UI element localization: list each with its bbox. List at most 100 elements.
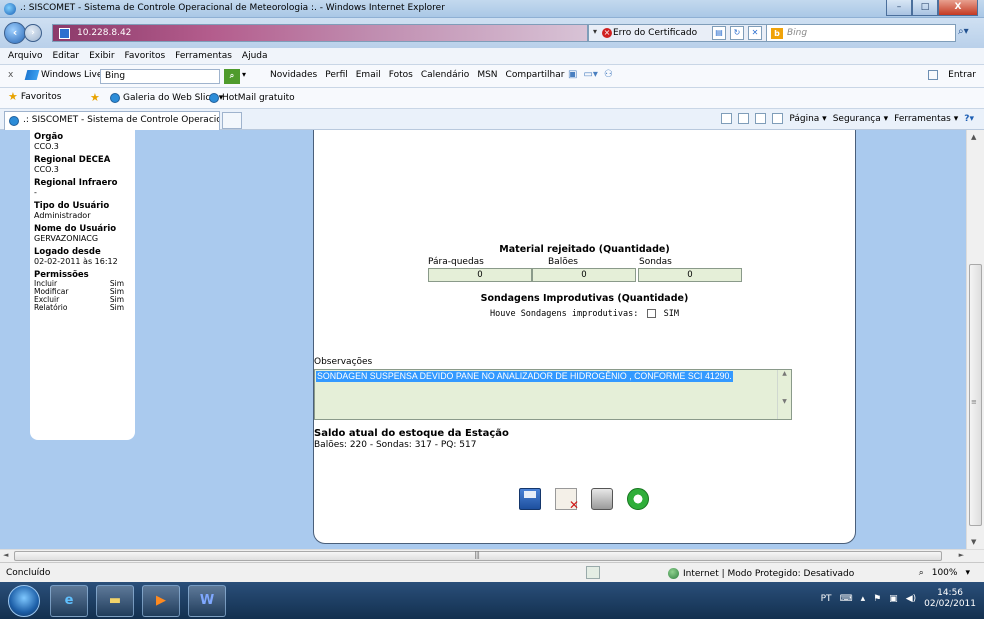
- volume-icon[interactable]: ◀): [906, 594, 916, 604]
- observations-label: Observações: [314, 357, 373, 367]
- ie-app-icon: [4, 3, 16, 15]
- scroll-down-icon[interactable]: ▼: [971, 538, 976, 546]
- menu-ferramentas[interactable]: Ferramentas: [175, 51, 232, 64]
- show-hidden-icons[interactable]: ▴: [861, 594, 866, 604]
- back-button[interactable]: ‹: [4, 22, 26, 44]
- close-button[interactable]: X: [938, 0, 978, 16]
- feeds-icon[interactable]: [738, 113, 750, 124]
- home-icon[interactable]: [721, 113, 733, 124]
- windows-taskbar: e ▬ ▶ W PT ⌨ ▴ ⚑ ▣ ◀) 14:56 02/02/2011: [0, 582, 984, 619]
- stock-value: Balões: 220 - Sondas: 317 - PQ: 517: [314, 440, 477, 450]
- favorites-button[interactable]: ★ Favoritos: [8, 91, 62, 102]
- refresh-icon[interactable]: [627, 488, 649, 510]
- taskbar-word-icon[interactable]: W: [188, 585, 226, 617]
- security-icon[interactable]: [586, 566, 600, 579]
- link-calendario[interactable]: Calendário: [421, 70, 469, 80]
- chevron-down-icon[interactable]: ▾: [242, 70, 246, 79]
- mail-icon[interactable]: [755, 113, 767, 124]
- action-buttons: [519, 488, 649, 512]
- forward-button[interactable]: ›: [24, 24, 42, 42]
- stop-icon[interactable]: ✕: [748, 26, 762, 40]
- certificate-error-text: Erro do Certificado: [613, 28, 698, 38]
- link-compartilhar[interactable]: Compartilhar: [506, 70, 565, 80]
- url-field[interactable]: 10.228.8.42: [52, 24, 588, 42]
- permission-name: Relatório: [34, 303, 68, 312]
- vertical-scrollbar[interactable]: ▲ ≡ ▼: [966, 130, 984, 549]
- flag-icon[interactable]: ⚑: [873, 594, 881, 604]
- favorite-link-webslice[interactable]: Galeria do Web Slice ▾: [110, 93, 223, 103]
- add-favorite-icon[interactable]: ★: [90, 91, 100, 104]
- menu-ajuda[interactable]: Ajuda: [242, 51, 268, 64]
- link-novidades[interactable]: Novidades: [270, 70, 317, 80]
- keyboard-icon[interactable]: ⌨: [840, 594, 853, 604]
- photo-icon[interactable]: ▣: [568, 69, 577, 80]
- ie-page-icon: [110, 93, 120, 103]
- link-fotos[interactable]: Fotos: [389, 70, 413, 80]
- maximize-button[interactable]: □: [912, 0, 938, 16]
- security-menu[interactable]: Segurança ▾: [833, 114, 888, 124]
- windows-live-brand[interactable]: Windows Live: [24, 70, 102, 80]
- taskbar-folder-icon[interactable]: ▬: [96, 585, 134, 617]
- toolbar-close-button[interactable]: x: [8, 70, 13, 80]
- horizontal-scrollbar[interactable]: ◄ ||| ►: [0, 549, 984, 562]
- regional-decea-value: CCO.3: [34, 165, 59, 174]
- menu-arquivo[interactable]: Arquivo: [8, 51, 42, 64]
- windows-live-search-button[interactable]: ⌕: [224, 69, 240, 84]
- tipo-usuario-value: Administrador: [34, 211, 91, 220]
- link-msn[interactable]: MSN: [477, 70, 497, 80]
- scroll-up-icon[interactable]: ▲: [971, 133, 976, 141]
- print-icon[interactable]: [591, 488, 613, 510]
- menu-exibir[interactable]: Exibir: [89, 51, 114, 64]
- scroll-right-icon[interactable]: ►: [959, 551, 964, 559]
- parachutes-input[interactable]: 0: [428, 268, 532, 282]
- clock-time: 14:56: [937, 588, 964, 598]
- window-titlebar: .: SISCOMET - Sistema de Controle Operac…: [0, 0, 984, 18]
- tools-menu[interactable]: Ferramentas ▾: [894, 114, 958, 124]
- probes-input[interactable]: 0: [638, 268, 742, 282]
- favorite-link-label: HotMail gratuito: [222, 93, 295, 103]
- permission-value: Sim: [109, 303, 124, 312]
- save-icon[interactable]: [519, 488, 541, 510]
- unproductive-checkbox[interactable]: [646, 309, 656, 318]
- minimize-button[interactable]: –: [886, 0, 912, 16]
- help-icon[interactable]: ?▾: [964, 114, 974, 124]
- print-icon[interactable]: [772, 113, 784, 124]
- sign-in-link[interactable]: Entrar: [948, 70, 976, 80]
- new-tab-button[interactable]: [222, 112, 242, 129]
- menu-editar[interactable]: Editar: [52, 51, 79, 64]
- windows-live-links: Novidades Perfil Email Fotos Calendário …: [270, 70, 564, 80]
- delete-icon[interactable]: [555, 488, 579, 512]
- textarea-scrollbar[interactable]: ▲ ▼: [777, 370, 791, 419]
- start-button[interactable]: [8, 585, 40, 617]
- search-input[interactable]: b Bing: [766, 24, 956, 42]
- tab-siscomet[interactable]: .: SISCOMET - Sistema de Controle Operac…: [4, 111, 220, 130]
- vertical-scroll-thumb[interactable]: [969, 264, 982, 526]
- refresh-icon[interactable]: ↻: [730, 26, 744, 40]
- zoom-control[interactable]: ⌕ 100% ▾: [919, 568, 970, 578]
- balloons-input[interactable]: 0: [532, 268, 636, 282]
- taskbar-media-icon[interactable]: ▶: [142, 585, 180, 617]
- checkbox-icon[interactable]: [928, 70, 939, 80]
- permission-row: Relatório Sim: [34, 304, 124, 312]
- clock[interactable]: 14:56 02/02/2011: [924, 588, 976, 610]
- menu-favoritos[interactable]: Favoritos: [125, 51, 166, 64]
- observations-textarea[interactable]: SONDAGEN SUSPENSA DEVIDO PANE NO ANALIZA…: [314, 369, 792, 420]
- search-icon[interactable]: ⌕▾: [958, 26, 969, 37]
- security-zone[interactable]: Internet | Modo Protegido: Desativado: [668, 568, 854, 579]
- unproductive-soundings-row: Houve Sondagens improdutivas: SIM: [314, 309, 855, 319]
- windows-live-search-input[interactable]: Bing: [100, 69, 220, 84]
- taskbar-ie-icon[interactable]: e: [50, 585, 88, 617]
- windows-live-toolbar: x Windows Live Bing ⌕ ▾ Novidades Perfil…: [0, 65, 984, 88]
- language-indicator[interactable]: PT: [821, 594, 832, 604]
- logado-desde-value: 02-02-2011 às 16:12: [34, 257, 118, 266]
- link-perfil[interactable]: Perfil: [325, 70, 348, 80]
- messenger-icon[interactable]: ⚇: [604, 69, 613, 80]
- window-icon[interactable]: ▭▾: [583, 69, 597, 80]
- compatibility-icon[interactable]: ▤: [712, 26, 726, 40]
- scroll-left-icon[interactable]: ◄: [3, 551, 8, 559]
- link-email[interactable]: Email: [356, 70, 381, 80]
- favorite-link-hotmail[interactable]: HotMail gratuito: [209, 93, 295, 103]
- bing-icon: b: [771, 28, 783, 39]
- network-icon[interactable]: ▣: [889, 594, 898, 604]
- page-menu[interactable]: Página ▾: [789, 114, 826, 124]
